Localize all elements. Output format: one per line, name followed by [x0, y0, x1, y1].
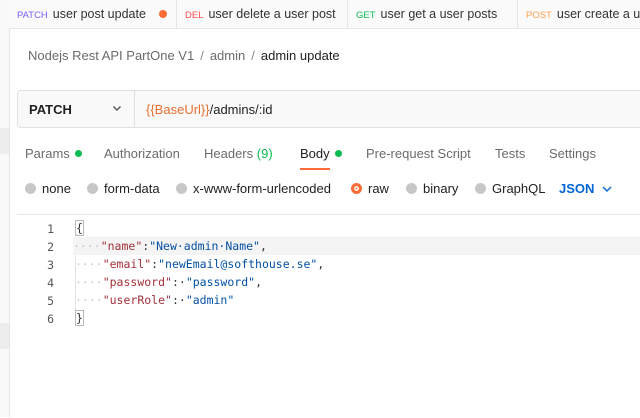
json-value: "newEmail@softhouse.se" — [158, 257, 318, 271]
line-number: 4 — [47, 276, 54, 290]
breadcrumb-collection[interactable]: Nodejs Rest API PartOne V1 — [28, 48, 194, 63]
line-number: 3 — [47, 258, 54, 272]
sidebar-band — [0, 128, 9, 154]
breadcrumb-folder[interactable]: admin — [210, 48, 245, 63]
json-key: "password" — [102, 275, 172, 289]
radio-form-data[interactable]: form-data — [87, 181, 160, 196]
radio-raw-label: raw — [368, 181, 389, 196]
breadcrumb-separator: / — [200, 48, 204, 63]
url-path: /admins/:id — [209, 102, 273, 117]
code-line: ····"name":"New·admin·Name", — [73, 237, 640, 255]
radio-circle-icon — [25, 183, 36, 194]
line-number: 5 — [47, 294, 54, 308]
tab-authorization[interactable]: Authorization — [104, 146, 180, 161]
radio-selected-icon — [351, 183, 362, 194]
tab-user-get-posts[interactable]: GET user get a user posts — [348, 0, 518, 28]
radio-circle-icon — [87, 183, 98, 194]
json-key: "name" — [100, 239, 143, 253]
code-line: } — [75, 309, 84, 327]
tab-params[interactable]: Params — [25, 146, 82, 161]
radio-graphql[interactable]: GraphQL — [475, 181, 545, 196]
line-number-gutter: 1 2 3 4 5 6 — [17, 215, 61, 418]
tab-user-delete[interactable]: DEL user delete a user post — [177, 0, 348, 28]
json-key: "email" — [102, 257, 152, 271]
radio-graphql-label: GraphQL — [492, 181, 546, 196]
breadcrumb-request[interactable]: admin update — [261, 48, 340, 63]
line-number: 6 — [47, 312, 54, 326]
json-comma: , — [255, 275, 262, 289]
tab-headers[interactable]: Headers (9) — [204, 146, 273, 161]
json-separator: :· — [171, 275, 186, 289]
url-variable: {{BaseUrl}} — [146, 102, 210, 117]
breadcrumb: Nodejs Rest API PartOne V1 / admin / admin u… — [28, 48, 340, 63]
open-tabs-bar: PATCH user post update DEL user delete a u… — [9, 0, 640, 29]
radio-urlencoded-label: x-www-form-urlencoded — [193, 181, 331, 196]
sidebar-band — [0, 323, 9, 349]
tab-title: user post update — [52, 7, 146, 21]
headers-count: (9) — [256, 146, 273, 161]
radio-circle-icon — [406, 183, 417, 194]
tab-title: user create a u — [556, 7, 640, 21]
tab-method: DEL — [185, 10, 204, 21]
tab-body[interactable]: Body — [300, 146, 342, 161]
line-number: 2 — [47, 240, 54, 254]
json-key: "userRole" — [102, 293, 172, 307]
language-select[interactable]: JSON — [559, 181, 612, 196]
tab-title: user delete a user post — [208, 7, 336, 21]
active-tab-indicator — [300, 168, 330, 170]
radio-none[interactable]: none — [25, 181, 71, 196]
open-brace: { — [75, 220, 84, 236]
json-value: "New·admin·Name" — [149, 239, 260, 253]
method-select[interactable]: PATCH — [18, 91, 135, 127]
radio-binary[interactable]: binary — [406, 181, 458, 196]
language-label: JSON — [559, 181, 595, 196]
url-bar: PATCH {{BaseUrl}}/admins/:id — [17, 90, 640, 128]
code-line: ····"email":"newEmail@softhouse.se", — [75, 255, 324, 273]
radio-circle-icon — [475, 183, 486, 194]
tab-method: POST — [526, 10, 552, 21]
whitespace-dots: ···· — [75, 293, 103, 307]
chevron-down-icon — [113, 106, 121, 111]
unsaved-dot-icon — [159, 10, 167, 18]
json-value: "admin" — [185, 293, 235, 307]
tab-body-label: Body — [300, 146, 330, 161]
whitespace-dots: ···· — [75, 275, 103, 289]
code-line: ····"password":·"password", — [75, 273, 262, 291]
tab-settings[interactable]: Settings — [549, 146, 596, 161]
tab-params-label: Params — [25, 146, 70, 161]
breadcrumb-separator: / — [251, 48, 255, 63]
close-brace: } — [75, 310, 84, 326]
url-input[interactable]: {{BaseUrl}}/admins/:id — [146, 102, 272, 117]
tab-title: user get a user posts — [380, 7, 498, 21]
tab-pre-request-script[interactable]: Pre-request Script — [366, 146, 471, 161]
code-line: { — [75, 219, 84, 237]
json-value: "password" — [185, 275, 256, 289]
code-line: ····"userRole":·"admin" — [75, 291, 234, 309]
line-number: 1 — [47, 222, 54, 236]
json-comma: , — [259, 239, 267, 253]
radio-urlencoded[interactable]: x-www-form-urlencoded — [176, 181, 331, 196]
left-sidebar-strip — [0, 0, 10, 417]
radio-raw[interactable]: raw — [351, 181, 389, 196]
tab-user-post-update[interactable]: PATCH user post update — [9, 0, 177, 28]
whitespace-dots: ···· — [73, 239, 101, 253]
json-separator: :· — [171, 293, 186, 307]
tab-user-create[interactable]: POST user create a u — [518, 0, 640, 28]
tab-method: PATCH — [17, 10, 48, 21]
body-editor[interactable]: 1 2 3 4 5 6 { ····"name":"New·admin·Name… — [17, 214, 640, 418]
params-active-dot-icon — [74, 150, 82, 157]
chevron-down-icon — [602, 186, 612, 192]
radio-circle-icon — [176, 183, 187, 194]
tab-method: GET — [356, 10, 376, 21]
json-comma: , — [317, 257, 325, 271]
radio-form-data-label: form-data — [104, 181, 160, 196]
tab-headers-label: Headers — [204, 146, 254, 161]
body-active-dot-icon — [334, 150, 342, 157]
whitespace-dots: ···· — [75, 257, 103, 271]
radio-binary-label: binary — [423, 181, 459, 196]
tab-tests[interactable]: Tests — [495, 146, 525, 161]
method-label: PATCH — [29, 102, 72, 117]
radio-none-label: none — [42, 181, 71, 196]
